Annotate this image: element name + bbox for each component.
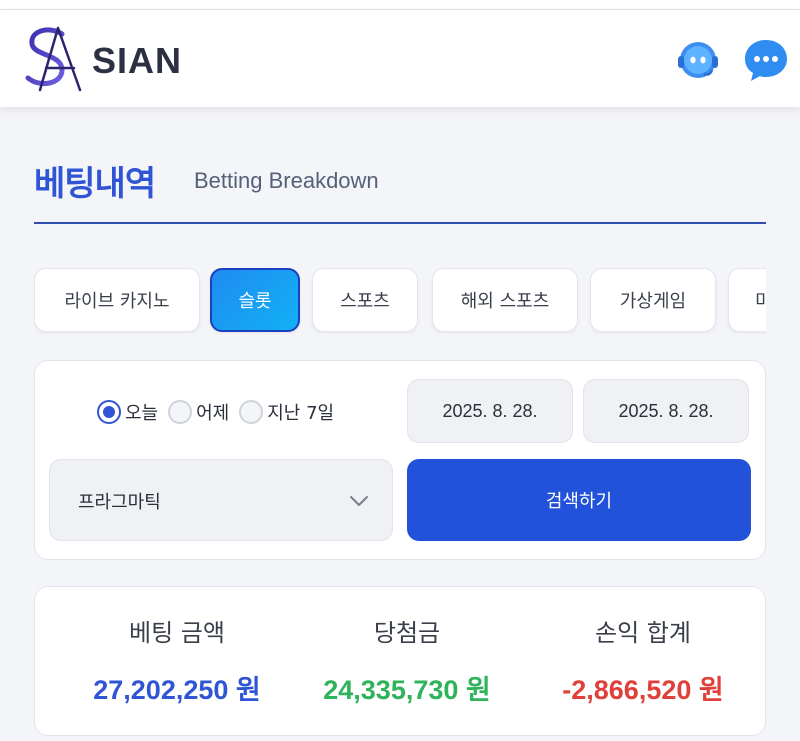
tab-live-casino[interactable]: 라이브 카지노 — [34, 268, 200, 332]
period-yesterday-option[interactable]: 어제 — [168, 399, 229, 425]
brand-name: SIAN — [92, 40, 183, 81]
period-yesterday-label: 어제 — [196, 403, 230, 424]
tab-virtual-games[interactable]: 가상게임 — [590, 268, 716, 332]
start-date-field[interactable]: 2025. 8. 28. — [407, 379, 573, 443]
title-divider — [34, 222, 766, 224]
search-button[interactable]: 검색하기 — [407, 459, 751, 541]
radio-unselected-icon[interactable] — [168, 400, 193, 424]
bet-amount-label: 베팅 금액 — [129, 619, 225, 647]
search-filter-card: 오늘 어제 지난 7일 2025. 8. 28. 2025. 8. 28. 프라… — [34, 360, 766, 560]
winnings-label: 당첨금 — [373, 619, 441, 647]
period-today-option[interactable]: 오늘 — [97, 399, 158, 425]
tab-more[interactable]: 미 — [728, 268, 766, 332]
period-today-label: 오늘 — [125, 403, 159, 424]
period-radio-group: 오늘 어제 지난 7일 — [97, 399, 334, 425]
betting-summary-card: 베팅 금액 27,202,250 원 당첨금 24,335,730 원 손익 합… — [34, 586, 766, 736]
bet-amount-stat: 베팅 금액 27,202,250 원 — [57, 613, 297, 707]
end-date-field[interactable]: 2025. 8. 28. — [583, 379, 749, 443]
page-title-korean: 베팅내역 — [34, 164, 156, 204]
radio-selected-icon[interactable] — [97, 400, 121, 424]
game-category-tabs: 라이브 카지노 슬롯 스포츠 해외 스포츠 가상게임 미 — [34, 268, 766, 334]
provider-selected-value: 프라그마틱 — [78, 492, 161, 513]
winnings-stat: 당첨금 24,335,730 원 — [287, 613, 527, 707]
tab-sports[interactable]: 스포츠 — [312, 268, 418, 332]
chevron-down-icon — [350, 496, 368, 506]
page-title: 베팅내역 Betting Breakdown — [34, 156, 379, 205]
radio-unselected-icon[interactable] — [239, 400, 264, 424]
bet-amount-value: 27,202,250 원 — [93, 675, 261, 705]
profit-loss-stat: 손익 합계 -2,866,520 원 — [523, 613, 763, 707]
top-strip — [0, 0, 800, 10]
profit-loss-value: -2,866,520 원 — [562, 675, 724, 705]
app-header: SIAN — [0, 10, 800, 107]
profit-loss-label: 손익 합계 — [595, 619, 691, 647]
sian-logo-icon[interactable] — [22, 24, 84, 94]
period-last7-label: 지난 7일 — [267, 403, 335, 424]
winnings-value: 24,335,730 원 — [323, 675, 491, 705]
period-last7-option[interactable]: 지난 7일 — [239, 399, 334, 425]
support-bot-icon[interactable] — [674, 36, 722, 84]
tab-overseas-sports[interactable]: 해외 스포츠 — [432, 268, 578, 332]
provider-select[interactable]: 프라그마틱 — [49, 459, 393, 541]
chat-bubble-icon[interactable] — [742, 36, 790, 84]
page-title-english: Betting Breakdown — [194, 168, 379, 193]
tab-slot[interactable]: 슬롯 — [210, 268, 300, 332]
